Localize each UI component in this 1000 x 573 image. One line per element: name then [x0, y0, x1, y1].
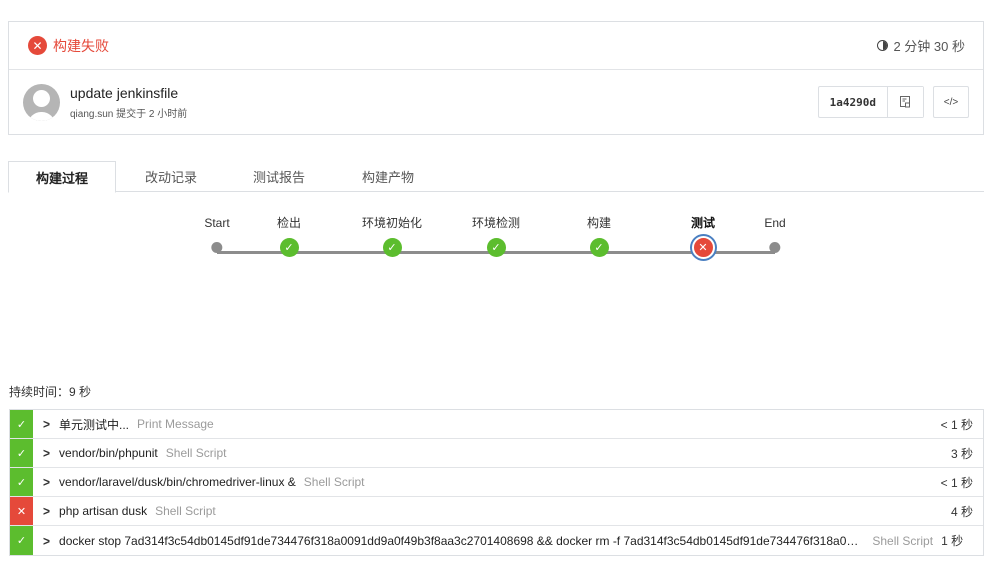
step-name: docker stop 7ad314f3c54db0145df91de73447… [59, 533, 859, 548]
close-icon: ✕ [10, 497, 33, 525]
chevron-right-icon[interactable]: > [43, 416, 50, 431]
step-type: Shell Script [303, 475, 365, 489]
stage-env-check[interactable]: 环境检测 ✓ [472, 215, 520, 259]
step-type: Shell Script [165, 446, 227, 460]
tab-build-process[interactable]: 构建过程 [8, 161, 116, 193]
stage-test[interactable]: 测试 ✕ [691, 215, 715, 259]
commit-meta: qiang.sun 提交于 2 小时前 [70, 108, 188, 120]
step-duration: < 1 秒 [940, 475, 973, 490]
check-circle-icon[interactable]: ✓ [486, 237, 506, 257]
step-name: vendor/laravel/dusk/bin/chromedriver-lin… [59, 475, 296, 489]
copy-sha-button[interactable] [888, 87, 923, 117]
step-duration: < 1 秒 [940, 417, 973, 432]
stage-label: Start [204, 216, 230, 230]
commit-row: update jenkinsfile qiang.sun 提交于 2 小时前 1… [9, 70, 983, 134]
check-icon: ✓ [10, 526, 33, 555]
step-list: ✓ > 单元测试中... Print Message < 1 秒 ✓ > ven… [9, 409, 984, 556]
step-row[interactable]: ✕ > php artisan dusk Shell Script 4 秒 [10, 497, 983, 526]
avatar [23, 83, 60, 121]
build-duration-value: 2 分钟 30 秒 [893, 39, 965, 54]
step-row[interactable]: ✓ > docker stop 7ad314f3c54db0145df91de7… [10, 526, 983, 555]
commit-title: update jenkinsfile [70, 84, 179, 101]
chevron-right-icon[interactable]: > [43, 533, 50, 548]
step-duration: 4 秒 [950, 504, 973, 519]
stage-label: End [764, 216, 786, 230]
copy-icon [900, 96, 910, 108]
step-name: vendor/bin/phpunit [59, 446, 158, 460]
stage-label: 构建 [586, 216, 612, 230]
build-duration: 2 分钟 30 秒 [877, 36, 965, 55]
stage-build[interactable]: 构建 ✓ [587, 215, 611, 259]
build-status: ✕ 构建失败 [28, 36, 109, 56]
code-icon: </> [943, 96, 959, 108]
stage-label: 环境初始化 [361, 216, 423, 230]
stage-start: Start [204, 215, 230, 259]
stage-label: 环境检测 [471, 216, 521, 230]
end-node [769, 241, 781, 253]
stage-duration: 持续时间：9 秒 [9, 385, 92, 399]
start-node [211, 241, 223, 253]
view-code-button[interactable]: </> [933, 86, 969, 118]
chevron-right-icon[interactable]: > [43, 445, 50, 460]
commit-actions: 1a4290d </> [817, 86, 969, 118]
step-row[interactable]: ✓ > 单元测试中... Print Message < 1 秒 [10, 410, 983, 439]
tab-test-report[interactable]: 测试报告 [226, 161, 332, 192]
stage-checkout[interactable]: 检出 ✓ [277, 215, 301, 259]
close-circle-icon[interactable]: ✕ [691, 235, 715, 259]
commit-info: update jenkinsfile qiang.sun 提交于 2 小时前 [23, 83, 188, 121]
commit-sha-link[interactable]: 1a4290d [819, 87, 888, 117]
check-circle-icon[interactable]: ✓ [589, 237, 609, 257]
check-circle-icon[interactable]: ✓ [382, 237, 402, 257]
check-icon: ✓ [10, 410, 33, 438]
check-circle-icon[interactable]: ✓ [279, 237, 299, 257]
step-type: Shell Script [872, 533, 934, 548]
stage-end: End [764, 215, 786, 259]
step-name: php artisan dusk [59, 504, 148, 518]
build-status-row: ✕ 构建失败 2 分钟 30 秒 [9, 22, 983, 70]
step-type: Print Message [137, 417, 214, 431]
step-type: Shell Script [155, 504, 216, 518]
build-status-label: 构建失败 [53, 37, 109, 54]
step-duration: 3 秒 [950, 446, 973, 461]
chevron-right-icon[interactable]: > [43, 503, 50, 518]
step-duration: 1 秒 [941, 534, 964, 548]
check-icon: ✓ [10, 468, 33, 496]
tab-change-log[interactable]: 改动记录 [116, 161, 226, 192]
stage-label: 测试 [690, 216, 716, 230]
stage-label: 检出 [276, 216, 302, 230]
step-name: 单元测试中... [59, 417, 130, 432]
tab-bar: 构建过程 改动记录 测试报告 构建产物 [8, 161, 984, 193]
close-circle-icon: ✕ [28, 36, 47, 55]
tab-artifacts[interactable]: 构建产物 [332, 161, 444, 192]
stage-env-init[interactable]: 环境初始化 ✓ [362, 215, 422, 259]
clock-icon [877, 40, 889, 51]
commit-sha-group: 1a4290d [817, 86, 924, 118]
check-icon: ✓ [10, 439, 33, 467]
chevron-right-icon[interactable]: > [43, 474, 50, 489]
pipeline-graph: Start 检出 ✓ 环境初始化 ✓ 环境检测 ✓ 构建 ✓ 测试 ✕ End [0, 215, 1000, 275]
step-row[interactable]: ✓ > vendor/laravel/dusk/bin/chromedriver… [10, 468, 983, 497]
step-row[interactable]: ✓ > vendor/bin/phpunit Shell Script 3 秒 [10, 439, 983, 468]
build-summary-card: ✕ 构建失败 2 分钟 30 秒 update jenkinsfile qian… [8, 21, 984, 135]
